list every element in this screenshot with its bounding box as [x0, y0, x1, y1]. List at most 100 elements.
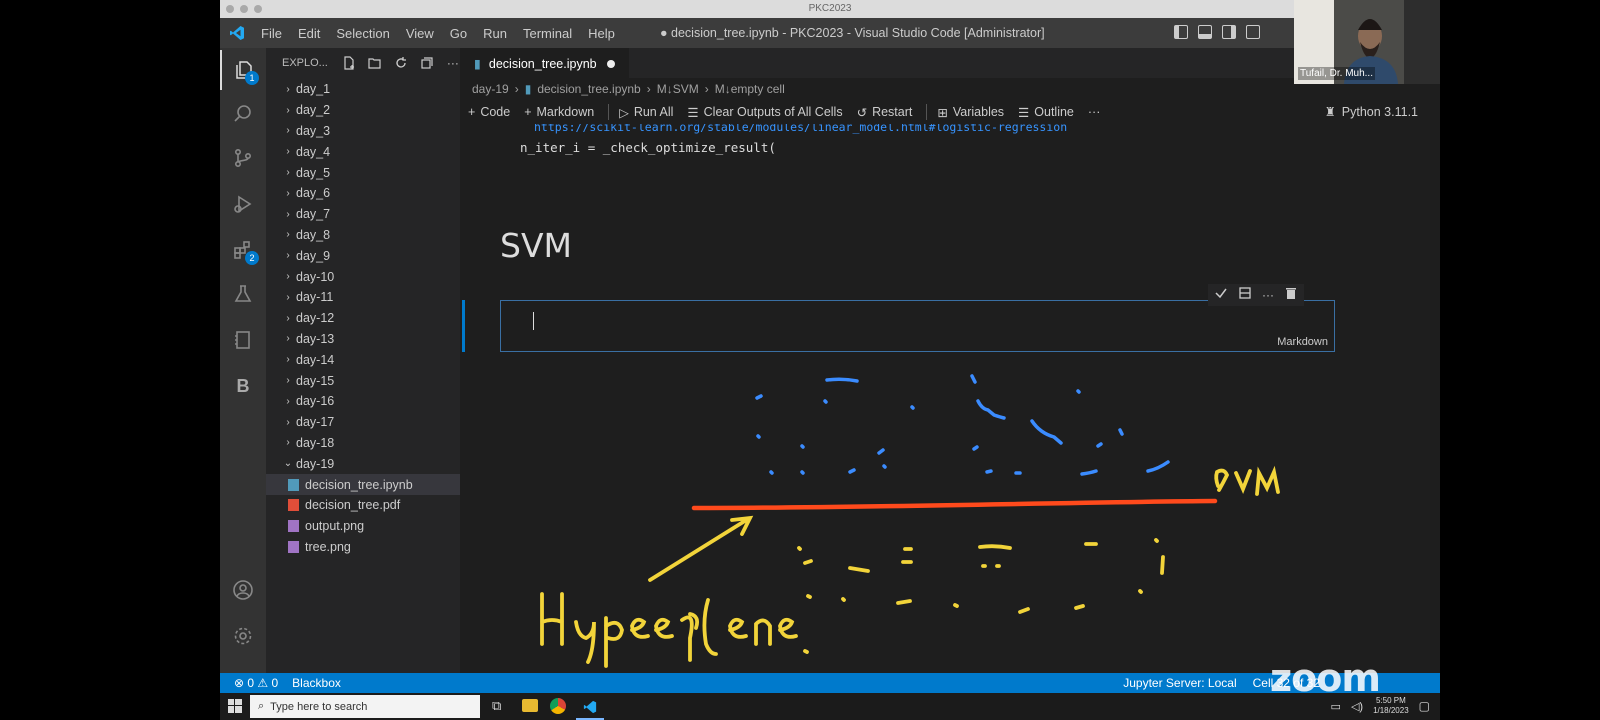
add-code-button[interactable]: + Code [468, 105, 510, 119]
folder-item[interactable]: › day_1 [266, 79, 460, 100]
settings-gear-icon[interactable] [220, 616, 266, 656]
folder-item[interactable]: › day_7 [266, 204, 460, 225]
refresh-icon[interactable] [394, 56, 408, 70]
variables-button[interactable]: ⊞ Variables [937, 105, 1004, 120]
menu-go[interactable]: Go [443, 26, 474, 41]
menu-edit[interactable]: Edit [291, 26, 327, 41]
tab-decision-tree[interactable]: ▮ decision_tree.ipynb [460, 48, 629, 78]
pdf-file-icon [288, 499, 299, 512]
folder-item[interactable]: › day_4 [266, 141, 460, 162]
folder-label: day-18 [296, 435, 335, 450]
folder-item[interactable]: › day-18 [266, 433, 460, 454]
toggle-sidebar-icon[interactable] [1174, 25, 1188, 39]
breadcrumb-folder[interactable]: day-19 [472, 82, 509, 96]
chevron-right-icon: › [286, 167, 290, 179]
folder-item[interactable]: › day_6 [266, 183, 460, 204]
split-cell-icon[interactable] [1238, 286, 1252, 305]
network-icon[interactable]: ▭ [1331, 700, 1341, 713]
folder-item[interactable]: › day_3 [266, 121, 460, 142]
folder-item[interactable]: › day_2 [266, 100, 460, 121]
breadcrumb-empty-cell[interactable]: M↓empty cell [715, 82, 785, 96]
folder-item[interactable]: › day-12 [266, 308, 460, 329]
cell-more-icon[interactable]: ··· [1262, 288, 1274, 302]
kernel-label: Python 3.11.1 [1341, 104, 1418, 119]
blackbox-icon[interactable]: B [220, 366, 266, 406]
toolbar-more-button[interactable]: ··· [1088, 105, 1101, 119]
file-item[interactable]: output.png [266, 516, 460, 537]
breadcrumb-svm[interactable]: M↓SVM [657, 82, 699, 96]
folder-item[interactable]: › day-14 [266, 349, 460, 370]
file-label: decision_tree.pdf [305, 498, 401, 513]
explorer-icon[interactable]: 1 [220, 50, 266, 90]
run-debug-icon[interactable] [220, 184, 266, 224]
file-item[interactable]: decision_tree.ipynb [266, 474, 460, 495]
file-explorer-icon[interactable] [522, 699, 538, 712]
modified-dot-icon[interactable] [606, 59, 615, 68]
markdown-heading[interactable]: SVM [500, 226, 572, 265]
mac-title-strip: PKC2023 [220, 0, 1440, 18]
search-icon: ⌕ [258, 700, 265, 712]
folder-item[interactable]: › day-11 [266, 287, 460, 308]
toggle-panel-icon[interactable] [1198, 25, 1212, 39]
menu-help[interactable]: Help [581, 26, 622, 41]
kernel-picker[interactable]: ♜ Python 3.11.1 [1325, 104, 1418, 120]
clear-outputs-button[interactable]: ☰ Clear Outputs of All Cells [687, 105, 842, 120]
breadcrumb-file[interactable]: decision_tree.ipynb [537, 82, 640, 96]
customize-layout-icon[interactable] [1246, 25, 1260, 39]
folder-item[interactable]: › day_8 [266, 225, 460, 246]
volume-icon[interactable]: ◁) [1351, 700, 1363, 713]
collapse-all-icon[interactable] [420, 56, 434, 70]
more-actions-icon[interactable]: ··· [446, 56, 460, 70]
menu-view[interactable]: View [399, 26, 441, 41]
menu-terminal[interactable]: Terminal [516, 26, 579, 41]
run-all-button[interactable]: ▷ Run All [619, 105, 673, 120]
menu-selection[interactable]: Selection [329, 26, 396, 41]
notifications-icon[interactable]: ▢ [1419, 699, 1430, 713]
folder-item[interactable]: › day-13 [266, 329, 460, 350]
jupyter-server-status[interactable]: Jupyter Server: Local [1123, 676, 1236, 690]
layout-controls [1174, 25, 1260, 39]
outline-button[interactable]: ☰ Outline [1018, 105, 1074, 120]
search-icon[interactable] [220, 94, 266, 134]
vscode-taskbar-icon[interactable] [576, 695, 604, 720]
source-control-icon[interactable] [220, 138, 266, 178]
check-icon[interactable] [1214, 286, 1228, 305]
folder-item[interactable]: › day-15 [266, 370, 460, 391]
notebook-body: https://scikit-learn.org/stable/modules/… [460, 124, 1440, 664]
file-item[interactable]: tree.png [266, 537, 460, 558]
folder-item[interactable]: › day-10 [266, 266, 460, 287]
variables-icon: ⊞ [937, 105, 948, 120]
chrome-icon[interactable] [550, 698, 566, 714]
explorer-title: EXPLO... [282, 57, 328, 69]
menu-file[interactable]: File [254, 26, 289, 41]
markdown-cell-editor[interactable]: Markdown [500, 300, 1335, 352]
windows-start-icon[interactable] [228, 699, 242, 718]
task-view-icon[interactable]: ⧉ [492, 698, 501, 714]
taskbar-search[interactable]: ⌕ Type here to search [250, 695, 480, 718]
zoom-participant-video[interactable]: Tufail, Dr. Muh... [1294, 0, 1440, 84]
notebook-icon[interactable] [220, 320, 266, 360]
folder-item[interactable]: ⌄ day-19 [266, 453, 460, 474]
folder-item[interactable]: › day_9 [266, 245, 460, 266]
delete-cell-icon[interactable] [1284, 286, 1298, 305]
restart-button[interactable]: ↺ Restart [857, 105, 913, 120]
outline-icon: ☰ [1018, 105, 1030, 120]
new-folder-icon[interactable] [368, 56, 382, 70]
file-item[interactable]: decision_tree.pdf [266, 495, 460, 516]
folder-item[interactable]: › day-16 [266, 391, 460, 412]
cell-language-label[interactable]: Markdown [1277, 336, 1328, 348]
blackbox-status[interactable]: Blackbox [292, 676, 341, 690]
folder-label: day_4 [296, 144, 331, 159]
toggle-secondary-sidebar-icon[interactable] [1222, 25, 1236, 39]
extensions-icon[interactable]: 2 [220, 230, 266, 270]
output-link[interactable]: https://scikit-learn.org/stable/modules/… [534, 124, 1067, 134]
problems-indicator[interactable]: ⊗ 0 ⚠ 0 [234, 676, 278, 690]
menu-run[interactable]: Run [476, 26, 514, 41]
testing-flask-icon[interactable] [220, 274, 266, 314]
add-markdown-button[interactable]: + Markdown [524, 105, 594, 119]
folder-item[interactable]: › day-17 [266, 412, 460, 433]
account-icon[interactable] [220, 570, 266, 610]
chevron-right-icon: › [286, 291, 290, 303]
new-file-icon[interactable] [342, 56, 356, 70]
folder-item[interactable]: › day_5 [266, 162, 460, 183]
